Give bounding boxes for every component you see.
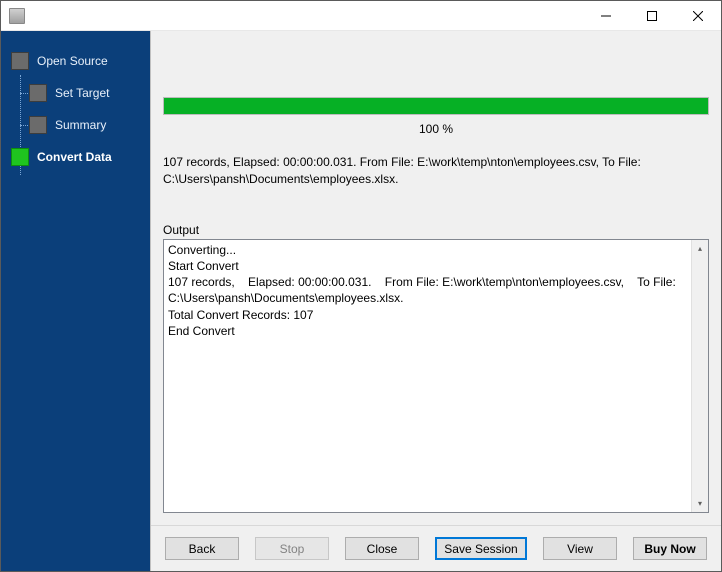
sidebar-item-label: Summary	[55, 118, 106, 132]
sidebar: Open Source Set Target Summary Convert D…	[1, 31, 150, 571]
buy-now-button[interactable]: Buy Now	[633, 537, 707, 560]
progress-fill	[164, 98, 708, 114]
scroll-up-icon[interactable]: ▴	[692, 240, 708, 257]
sidebar-item-label: Convert Data	[37, 150, 112, 164]
status-text: 107 records, Elapsed: 00:00:00.031. From…	[163, 154, 709, 189]
stop-button: Stop	[255, 537, 329, 560]
sidebar-item-convert-data[interactable]: Convert Data	[1, 141, 150, 173]
back-button[interactable]: Back	[165, 537, 239, 560]
minimize-button[interactable]	[583, 1, 629, 30]
output-text[interactable]: Converting... Start Convert 107 records,…	[164, 240, 691, 512]
output-label: Output	[163, 223, 709, 237]
output-box: Converting... Start Convert 107 records,…	[163, 239, 709, 513]
sidebar-item-label: Open Source	[37, 54, 108, 68]
window-controls	[583, 1, 721, 30]
sidebar-item-label: Set Target	[55, 86, 109, 100]
progress-label: 100 %	[163, 122, 709, 136]
app-icon	[9, 8, 25, 24]
button-row: Back Stop Close Save Session View Buy No…	[151, 525, 721, 571]
view-button[interactable]: View	[543, 537, 617, 560]
step-icon	[29, 84, 47, 102]
titlebar	[1, 1, 721, 31]
output-scrollbar[interactable]: ▴ ▾	[691, 240, 708, 512]
maximize-button[interactable]	[629, 1, 675, 30]
sidebar-item-open-source[interactable]: Open Source	[1, 45, 150, 77]
content-area: 100 % 107 records, Elapsed: 00:00:00.031…	[150, 31, 721, 571]
step-icon	[11, 52, 29, 70]
sidebar-item-set-target[interactable]: Set Target	[1, 77, 150, 109]
save-session-button[interactable]: Save Session	[435, 537, 527, 560]
step-icon-active	[11, 148, 29, 166]
close-button[interactable]: Close	[345, 537, 419, 560]
sidebar-item-summary[interactable]: Summary	[1, 109, 150, 141]
progress-bar	[163, 97, 709, 115]
step-icon	[29, 116, 47, 134]
close-window-button[interactable]	[675, 1, 721, 30]
scroll-down-icon[interactable]: ▾	[692, 495, 708, 512]
